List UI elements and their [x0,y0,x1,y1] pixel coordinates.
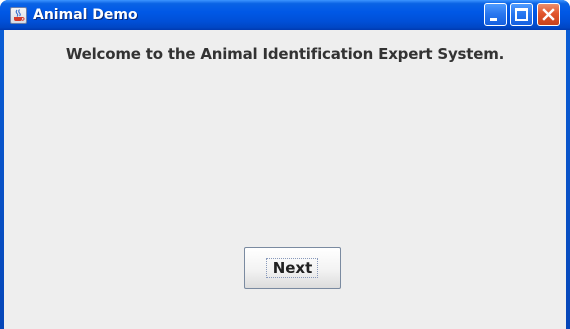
next-button-label: Next [272,259,313,277]
window-title: Animal Demo [33,7,138,23]
app-window: Animal Demo Welcome to the Animal Identi… [0,0,570,329]
maximize-button[interactable] [510,3,533,26]
close-icon [542,8,555,21]
welcome-message: Welcome to the Animal Identification Exp… [65,45,505,63]
next-button[interactable]: Next [244,247,341,289]
java-cup-icon[interactable] [10,7,27,24]
close-button[interactable] [537,3,560,26]
minimize-button[interactable] [484,3,507,26]
minimize-icon [490,18,497,21]
title-bar[interactable]: Animal Demo [0,0,570,30]
maximize-icon [515,8,528,21]
